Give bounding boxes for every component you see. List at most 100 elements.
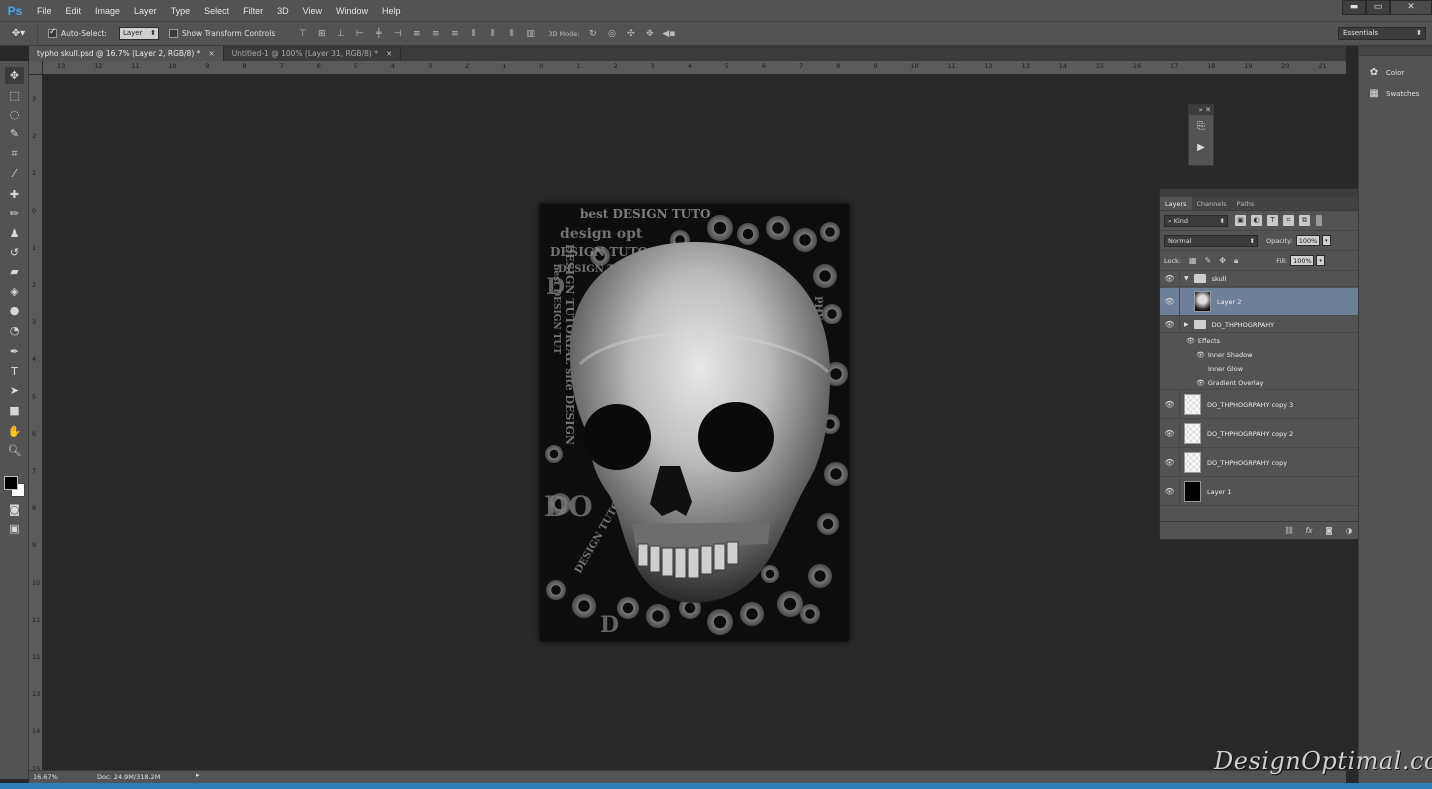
menu-3d[interactable]: 3D (270, 6, 296, 16)
3d-rotate-icon[interactable]: ↻ (583, 27, 602, 41)
distribute-right-icon[interactable]: ⦀ (502, 27, 521, 41)
tab-typho-skull[interactable]: typho skull.psd @ 16.7% (Layer 2, RGB/8)… (29, 46, 224, 61)
path-selection-tool-icon[interactable]: ➤ (5, 382, 24, 399)
minimize-button[interactable]: ▬ (1342, 0, 1366, 15)
fill-input[interactable]: 100% (1290, 255, 1315, 266)
3d-drag-icon[interactable]: ✣ (621, 27, 640, 41)
lock-image-icon[interactable]: ✎ (1205, 256, 1212, 265)
add-mask-icon[interactable]: ◙ (1323, 526, 1335, 535)
history-brush-tool-icon[interactable]: ↺ (5, 244, 24, 261)
adjustment-layer-icon[interactable]: ◑ (1343, 526, 1355, 535)
status-menu-arrow[interactable]: ▸ (196, 771, 200, 779)
workspace-dropdown[interactable]: Essentials (1338, 27, 1426, 40)
link-layers-icon[interactable]: ⛓ (1283, 526, 1295, 535)
horizontal-ruler[interactable]: 13 12 11 10 9 8 7 6 5 4 3 2 1 0 1 2 3 4 5 6 7 8 9 10 11 12 13 14 15 1… (43, 61, 1346, 75)
document-canvas[interactable]: best DESIGN TUTO design opt DESIGN TUTO … (540, 204, 849, 641)
distribute-left-icon[interactable]: ⦀ (464, 27, 483, 41)
show-transform-checkbox[interactable] (168, 29, 178, 38)
menu-view[interactable]: View (296, 6, 329, 16)
align-vcenter-icon[interactable]: ⊞ (312, 27, 331, 41)
marquee-tool-icon[interactable]: ⬚ (5, 87, 24, 104)
add-layer-style-icon[interactable]: fx (1303, 526, 1315, 535)
menu-layer[interactable]: Layer (127, 6, 164, 16)
3d-scale-icon[interactable]: ◀▪ (659, 27, 678, 41)
filter-smart-object-icon[interactable]: ⧉ (1299, 215, 1310, 226)
effects-eye-icon[interactable]: 👁︎ (1186, 337, 1195, 345)
dock-swatches-panel[interactable]: ▦ Swatches (1359, 83, 1432, 104)
eyedropper-tool-icon[interactable]: ⁄ (5, 165, 24, 182)
vertical-ruler[interactable]: 321012345678910111213141516 (29, 75, 43, 770)
actions-play-icon[interactable]: ▶ (1191, 139, 1211, 157)
dock-header[interactable] (1359, 46, 1432, 56)
visibility-eye-icon[interactable]: 👁︎ (1160, 271, 1180, 286)
lock-position-icon[interactable]: ✥ (1219, 256, 1226, 265)
crop-tool-icon[interactable]: ⌗ (5, 145, 24, 162)
type-tool-icon[interactable]: T (5, 363, 24, 380)
group-expand-icon[interactable]: ▶ (1184, 321, 1189, 328)
fill-slider-toggle[interactable]: ▾ (1316, 255, 1326, 266)
menu-image[interactable]: Image (88, 6, 127, 16)
visibility-eye-icon[interactable]: 👁︎ (1160, 478, 1180, 505)
zoom-tool-icon[interactable]: 🔍︎ (5, 442, 24, 459)
group-expand-icon[interactable]: ▼ (1184, 275, 1189, 282)
filter-shape-icon[interactable]: ⌗ (1283, 215, 1294, 226)
close-button[interactable]: ✕ (1390, 0, 1432, 15)
menu-filter[interactable]: Filter (236, 6, 270, 16)
restore-button[interactable]: ▭ (1366, 0, 1390, 15)
tab-paths[interactable]: Paths (1232, 197, 1260, 210)
ruler-origin[interactable] (29, 61, 43, 75)
visibility-eye-icon[interactable]: 👁︎ (1160, 317, 1180, 332)
history-panel-icon[interactable]: ⎘ (1191, 118, 1211, 136)
clone-stamp-tool-icon[interactable]: ♟ (5, 225, 24, 242)
move-tool-icon[interactable]: ✥ (5, 67, 24, 84)
rectangle-tool-icon[interactable]: ■ (5, 402, 24, 419)
visibility-eye-icon[interactable]: 👁︎ (1160, 288, 1180, 315)
3d-slide-icon[interactable]: ✥ (640, 27, 659, 41)
menu-type[interactable]: Type (164, 6, 198, 16)
visibility-eye-icon[interactable]: 👁︎ (1160, 391, 1180, 418)
distribute-vcenter-icon[interactable]: ≡ (426, 27, 445, 41)
distribute-bottom-icon[interactable]: ≡ (445, 27, 464, 41)
auto-select-checkbox[interactable] (48, 27, 57, 38)
quick-select-tool-icon[interactable]: ✎ (5, 125, 24, 142)
3d-roll-icon[interactable]: ◎ (602, 27, 621, 41)
align-top-icon[interactable]: ⊤ (293, 27, 312, 41)
menu-window[interactable]: Window (329, 6, 375, 16)
move-tool-preset-icon[interactable]: ✥▾ (0, 23, 38, 44)
dodge-tool-icon[interactable]: ◔ (5, 322, 24, 339)
healing-brush-tool-icon[interactable]: ✚ (5, 186, 24, 203)
opacity-input[interactable]: 100% (1295, 235, 1320, 246)
blur-tool-icon[interactable]: ● (5, 302, 24, 319)
eraser-tool-icon[interactable]: ▰ (5, 263, 24, 280)
filter-type-icon[interactable]: T (1267, 215, 1278, 226)
effect-eye-icon[interactable]: 👁︎ (1196, 379, 1205, 387)
tab-close-icon[interactable]: × (208, 49, 214, 58)
align-right-icon[interactable]: ⊣ (388, 27, 407, 41)
filter-kind-dropdown[interactable]: ⌕ Kind (1164, 214, 1228, 227)
menu-select[interactable]: Select (197, 6, 236, 16)
hand-tool-icon[interactable]: ✋ (5, 423, 24, 440)
paint-bucket-tool-icon[interactable]: ◈ (5, 283, 24, 300)
foreground-color-swatch[interactable] (4, 476, 18, 490)
tab-layers[interactable]: Layers (1160, 197, 1192, 210)
lasso-tool-icon[interactable]: ◌ (5, 106, 24, 123)
tab-channels[interactable]: Channels (1192, 197, 1232, 210)
filter-pixel-icon[interactable]: ▣ (1235, 215, 1246, 226)
canvas-area[interactable]: best DESIGN TUTO design opt DESIGN TUTO … (43, 75, 1346, 770)
filter-adjustment-icon[interactable]: ◐ (1251, 215, 1262, 226)
zoom-level-field[interactable]: 16.67% (33, 772, 63, 782)
tab-untitled-1[interactable]: Untitled-1 @ 100% (Layer 31, RGB/8) * × (223, 46, 402, 61)
screen-mode-icon[interactable]: ▣ (5, 520, 24, 537)
filter-toggle-icon[interactable] (1316, 215, 1322, 226)
menu-file[interactable]: File (30, 6, 59, 16)
quick-mask-icon[interactable]: ◙ (5, 501, 24, 518)
lock-transparent-icon[interactable]: ▦ (1189, 256, 1197, 265)
menu-help[interactable]: Help (375, 6, 408, 16)
auto-select-target-dropdown[interactable]: Layer (118, 27, 159, 40)
auto-align-icon[interactable]: ▥ (521, 27, 540, 41)
visibility-eye-icon[interactable]: 👁︎ (1160, 449, 1180, 476)
align-bottom-icon[interactable]: ⊥ (331, 27, 350, 41)
distribute-top-icon[interactable]: ≡ (407, 27, 426, 41)
brush-tool-icon[interactable]: ✏ (5, 205, 24, 222)
mini-dock-header[interactable]: » ✕ (1189, 105, 1213, 115)
